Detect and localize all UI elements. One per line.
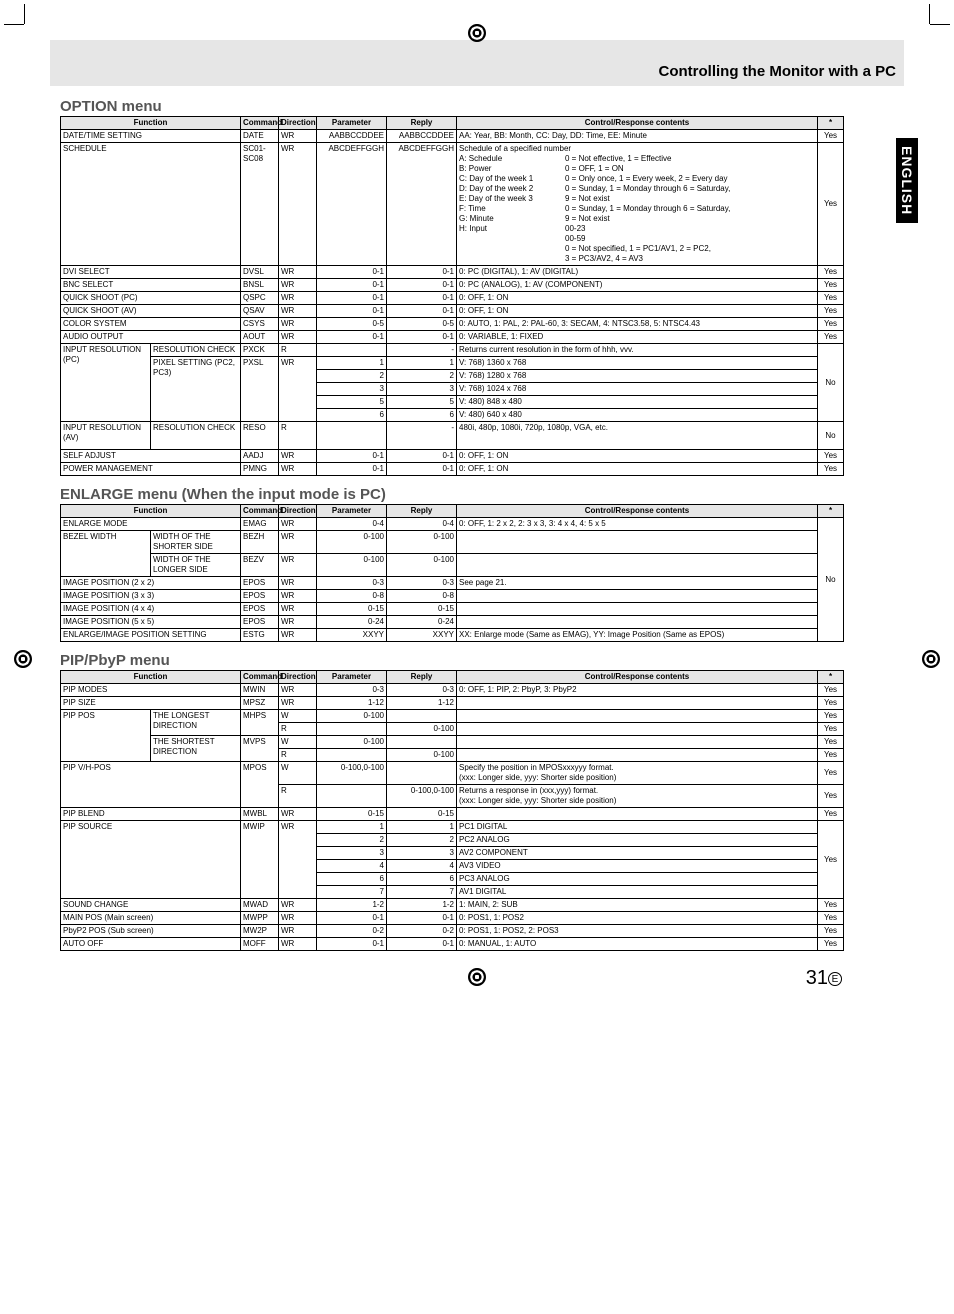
registration-mark-bottom <box>468 968 486 986</box>
table-row: PbyP2 POS (Sub screen)MW2PWR0-20-20: POS… <box>61 925 844 938</box>
table-row: SELF ADJUSTAADJWR0-10-10: OFF, 1: ONYes <box>61 450 844 463</box>
table-row: QUICK SHOOT (PC)QSPCWR0-10-10: OFF, 1: O… <box>61 292 844 305</box>
table-row: COLOR SYSTEMCSYSWR0-50-50: AUTO, 1: PAL,… <box>61 318 844 331</box>
table-row: POWER MANAGEMENTPMNGWR0-10-10: OFF, 1: O… <box>61 463 844 476</box>
table-row: DVI SELECTDVSLWR0-10-10: PC (DIGITAL), 1… <box>61 266 844 279</box>
table-row: MAIN POS (Main screen)MWPPWR0-10-10: POS… <box>61 912 844 925</box>
table-row: SCHEDULE SC01-SC08 WR ABCDEFFGGH ABCDEFF… <box>61 143 844 266</box>
hdr-star: * <box>818 117 844 130</box>
table-row: PIP SIZEMPSZWR1-121-12Yes <box>61 697 844 710</box>
hdr-direction: Direction <box>279 117 317 130</box>
table-row: IMAGE POSITION (3 x 3)EPOSWR0-80-8 <box>61 590 844 603</box>
page-number: 31E <box>60 967 844 990</box>
enlarge-menu-table: Function CommandDirection ParameterReply… <box>60 504 844 642</box>
hdr-command: Command <box>241 117 279 130</box>
table-row: INPUT RESOLUTION (PC) RESOLUTION CHECK P… <box>61 344 844 357</box>
crop-mark-tl <box>10 10 30 30</box>
table-row: SOUND CHANGEMWADWR1-21-21: MAIN, 2: SUBY… <box>61 899 844 912</box>
table-row: PIXEL SETTING (PC2, PC3)PXSLWR11V: 768) … <box>61 357 844 370</box>
registration-mark-top <box>468 24 486 42</box>
schedule-contents: Schedule of a specified number A: Schedu… <box>457 143 818 266</box>
pip-menu-title: PIP/PbyP menu <box>60 652 844 669</box>
table-row: QUICK SHOOT (AV)QSAVWR0-10-10: OFF, 1: O… <box>61 305 844 318</box>
table-row: PIP SOURCEMWIPWR11PC1 DIGITALYes <box>61 821 844 834</box>
table-row: THE SHORTEST DIRECTIONMVPSW0-100Yes <box>61 736 844 749</box>
hdr-reply: Reply <box>387 117 457 130</box>
crop-mark-tr <box>924 10 944 30</box>
table-row: ENLARGE/IMAGE POSITION SETTINGESTGWRXXYY… <box>61 629 844 642</box>
table-row: PIP V/H-POSMPOSW0-100,0-100Specify the p… <box>61 762 844 785</box>
table-row: DATE/TIME SETTING DATE WR AABBCCDDEE AAB… <box>61 130 844 143</box>
enlarge-menu-title: ENLARGE menu (When the input mode is PC) <box>60 486 844 503</box>
table-row: AUTO OFFMOFFWR0-10-10: MANUAL, 1: AUTOYe… <box>61 938 844 951</box>
table-row: PIP MODESMWINWR0-30-30: OFF, 1: PIP, 2: … <box>61 684 844 697</box>
registration-mark-left <box>14 650 32 668</box>
header-title: Controlling the Monitor with a PC <box>659 63 896 80</box>
language-tab: ENGLISH <box>896 138 918 223</box>
table-row: ENLARGE MODEEMAGWR0-40-40: OFF, 1: 2 x 2… <box>61 518 844 531</box>
table-row: PIP POSTHE LONGEST DIRECTIONMHPSW0-100Ye… <box>61 710 844 723</box>
hdr-function: Function <box>61 117 241 130</box>
option-menu-table: Function Command Direction Parameter Rep… <box>60 116 844 476</box>
table-row: IMAGE POSITION (2 x 2)EPOSWR0-30-3See pa… <box>61 577 844 590</box>
registration-mark-right <box>922 650 940 668</box>
table-row: BNC SELECTBNSLWR0-10-10: PC (ANALOG), 1:… <box>61 279 844 292</box>
option-menu-title: OPTION menu <box>60 98 844 115</box>
table-row: BEZEL WIDTHWIDTH OF THE SHORTER SIDEBEZH… <box>61 531 844 554</box>
header-bar: Controlling the Monitor with a PC <box>50 40 904 86</box>
table-row: INPUT RESOLUTION (AV) RESOLUTION CHECK R… <box>61 422 844 450</box>
hdr-contents: Control/Response contents <box>457 117 818 130</box>
table-row: WIDTH OF THE LONGER SIDEBEZVWR0-1000-100 <box>61 554 844 577</box>
hdr-parameter: Parameter <box>317 117 387 130</box>
table-row: IMAGE POSITION (4 x 4)EPOSWR0-150-15 <box>61 603 844 616</box>
pip-menu-table: Function CommandDirection ParameterReply… <box>60 670 844 951</box>
table-row: AUDIO OUTPUTAOUTWR0-10-10: VARIABLE, 1: … <box>61 331 844 344</box>
table-row: PIP BLENDMWBLWR0-150-15Yes <box>61 808 844 821</box>
table-row: IMAGE POSITION (5 x 5)EPOSWR0-240-24 <box>61 616 844 629</box>
